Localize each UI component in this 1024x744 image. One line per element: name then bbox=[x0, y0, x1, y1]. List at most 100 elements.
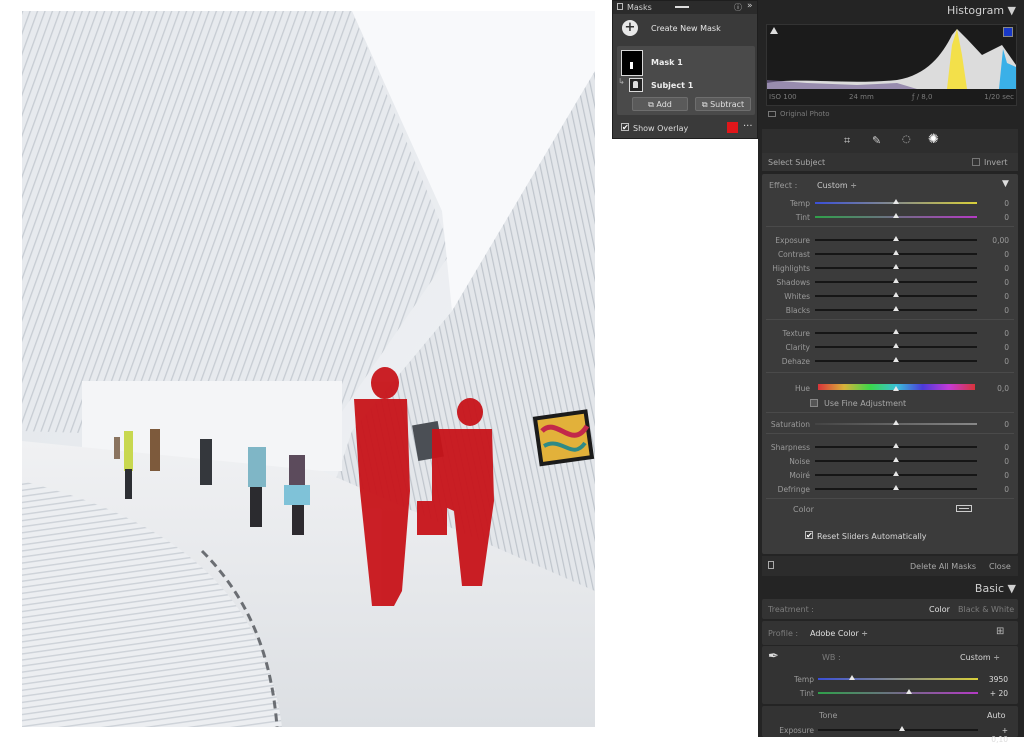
treatment-bw-option[interactable]: Black & White bbox=[958, 605, 1014, 614]
basic-title[interactable]: Basic ▼ bbox=[975, 582, 1016, 595]
highlight-clipping-icon[interactable] bbox=[1003, 27, 1013, 37]
mask-highlights-value[interactable]: 0 bbox=[989, 264, 1009, 273]
section-divider bbox=[766, 433, 1014, 434]
help-icon[interactable]: ⓘ bbox=[734, 2, 742, 13]
mask-sharpness-thumb[interactable] bbox=[893, 443, 899, 448]
mask-clarity-value[interactable]: 0 bbox=[989, 343, 1009, 352]
treatment-color-option[interactable]: Color bbox=[929, 605, 950, 614]
profile-browser-icon[interactable]: ⊞ bbox=[996, 626, 1004, 637]
effect-collapse-icon[interactable]: ▼ bbox=[1002, 179, 1009, 189]
minimize-icon[interactable] bbox=[675, 6, 689, 8]
mask-contrast-value[interactable]: 0 bbox=[989, 250, 1009, 259]
basic-exposure-thumb[interactable] bbox=[899, 726, 905, 731]
mask-dehaze-thumb[interactable] bbox=[893, 357, 899, 362]
mask-whites-value[interactable]: 0 bbox=[989, 292, 1009, 301]
basic-temp-track[interactable] bbox=[818, 678, 978, 680]
masks-title: Masks bbox=[627, 3, 652, 12]
histogram-title[interactable]: Histogram ▼ bbox=[947, 4, 1016, 17]
overlay-color-swatch[interactable] bbox=[727, 122, 738, 133]
subtract-button[interactable]: ⧉ Subtract bbox=[695, 97, 751, 111]
mask-hue-value[interactable]: 0,0 bbox=[989, 384, 1009, 393]
mask-exposure-label: Exposure bbox=[775, 236, 810, 245]
delete-all-masks-button[interactable]: Delete All Masks bbox=[910, 562, 976, 571]
panel-toggle-icon[interactable] bbox=[768, 561, 774, 569]
mask-contrast-thumb[interactable] bbox=[893, 250, 899, 255]
mask-temp-value[interactable]: 0 bbox=[989, 199, 1009, 208]
basic-temp-value[interactable]: 3950 bbox=[988, 675, 1008, 684]
profile-select[interactable]: Adobe Color ÷ bbox=[810, 629, 868, 638]
mask-temp-thumb[interactable] bbox=[893, 199, 899, 204]
auto-tone-button[interactable]: Auto bbox=[987, 711, 1006, 720]
shadow-clipping-icon[interactable] bbox=[770, 27, 778, 34]
mask-noise-thumb[interactable] bbox=[893, 457, 899, 462]
mask-exposure-thumb[interactable] bbox=[893, 236, 899, 241]
basic-temp-thumb[interactable] bbox=[848, 675, 855, 680]
photo-canvas[interactable] bbox=[22, 11, 595, 727]
effect-label: Effect : bbox=[769, 181, 798, 190]
mask-temp-label: Temp bbox=[790, 199, 810, 208]
mask-exposure-value[interactable]: 0,00 bbox=[989, 236, 1009, 245]
basic-tint-track[interactable] bbox=[818, 692, 978, 694]
masks-panel-header[interactable]: Masks ⓘ » bbox=[613, 1, 757, 14]
mask-shadows-value[interactable]: 0 bbox=[989, 278, 1009, 287]
masking-tool-icon[interactable]: ✺ bbox=[928, 132, 939, 147]
mask-dehaze-value[interactable]: 0 bbox=[989, 357, 1009, 366]
mask-saturation-label: Saturation bbox=[770, 420, 810, 429]
wb-section: ✒ WB : Custom ÷ Temp 3950 Tint + 20 bbox=[762, 646, 1018, 704]
mask-saturation-value[interactable]: 0 bbox=[989, 420, 1009, 429]
healing-tool-icon[interactable]: ✎ bbox=[872, 134, 881, 147]
wb-eyedropper-icon[interactable]: ✒ bbox=[768, 649, 779, 664]
section-divider bbox=[766, 412, 1014, 413]
mask-thumbnail[interactable] bbox=[621, 50, 643, 76]
subject-1-label: Subject 1 bbox=[651, 81, 694, 90]
tone-label: Tone bbox=[819, 711, 838, 720]
mask-blacks-value[interactable]: 0 bbox=[989, 306, 1009, 315]
color-swatch[interactable] bbox=[956, 505, 972, 512]
subject-icon[interactable] bbox=[629, 78, 643, 92]
basic-exposure-value[interactable]: + 0,10 bbox=[988, 726, 1008, 744]
tone-section: Tone Auto Exposure + 0,10 bbox=[762, 706, 1018, 744]
mask-moir-thumb[interactable] bbox=[893, 471, 899, 476]
mask-tint-thumb[interactable] bbox=[893, 213, 899, 218]
mask-moir-value[interactable]: 0 bbox=[989, 471, 1009, 480]
original-photo-label: Original Photo bbox=[780, 110, 830, 118]
mask-sharpness-value[interactable]: 0 bbox=[989, 443, 1009, 452]
mask-tint-value[interactable]: 0 bbox=[989, 213, 1009, 222]
fine-adjustment-checkbox[interactable] bbox=[810, 399, 818, 407]
histogram[interactable]: ISO 100 24 mm ƒ / 8,0 1/20 sec bbox=[766, 24, 1017, 106]
mask-noise-value[interactable]: 0 bbox=[989, 457, 1009, 466]
select-subject-label: Select Subject bbox=[768, 158, 826, 167]
mask-hue-thumb[interactable] bbox=[893, 386, 899, 391]
crop-tool-icon[interactable]: ⌗ bbox=[844, 134, 850, 148]
mask-blacks-thumb[interactable] bbox=[893, 306, 899, 311]
mask-highlights-thumb[interactable] bbox=[893, 264, 899, 269]
invert-checkbox[interactable] bbox=[972, 158, 980, 166]
add-button[interactable]: ⧉ Add bbox=[632, 97, 688, 111]
section-divider bbox=[766, 498, 1014, 499]
close-button[interactable]: Close bbox=[989, 562, 1011, 571]
section-divider bbox=[766, 226, 1014, 227]
mask-defringe-thumb[interactable] bbox=[893, 485, 899, 490]
mask-saturation-thumb[interactable] bbox=[893, 420, 899, 425]
create-new-mask-button[interactable]: + Create New Mask bbox=[613, 17, 757, 42]
mask-whites-thumb[interactable] bbox=[893, 292, 899, 297]
profile-label: Profile : bbox=[768, 629, 799, 638]
mask-1-group[interactable]: Mask 1 ↳ Subject 1 ⧉ Add ⧉ Subtract bbox=[617, 46, 755, 115]
show-overlay-checkbox[interactable]: ✔ bbox=[621, 123, 629, 132]
redeye-tool-icon[interactable]: ◌ bbox=[902, 134, 911, 145]
more-options-icon[interactable]: ··· bbox=[743, 121, 753, 132]
basic-tint-thumb[interactable] bbox=[905, 689, 912, 694]
effect-preset-select[interactable]: Custom ÷ bbox=[817, 181, 857, 190]
mask-texture-value[interactable]: 0 bbox=[989, 329, 1009, 338]
reset-sliders-checkbox[interactable]: ✔ bbox=[805, 531, 813, 540]
mask-shadows-label: Shadows bbox=[776, 278, 810, 287]
collapse-icon[interactable]: » bbox=[747, 1, 753, 11]
mask-defringe-value[interactable]: 0 bbox=[989, 485, 1009, 494]
mask-texture-thumb[interactable] bbox=[893, 329, 899, 334]
mask-clarity-thumb[interactable] bbox=[893, 343, 899, 348]
mask-tint-label: Tint bbox=[795, 213, 810, 222]
mask-shadows-thumb[interactable] bbox=[893, 278, 899, 283]
wb-select[interactable]: Custom ÷ bbox=[960, 653, 1000, 662]
basic-tint-value[interactable]: + 20 bbox=[988, 689, 1008, 698]
basic-exposure-track[interactable] bbox=[818, 729, 978, 731]
